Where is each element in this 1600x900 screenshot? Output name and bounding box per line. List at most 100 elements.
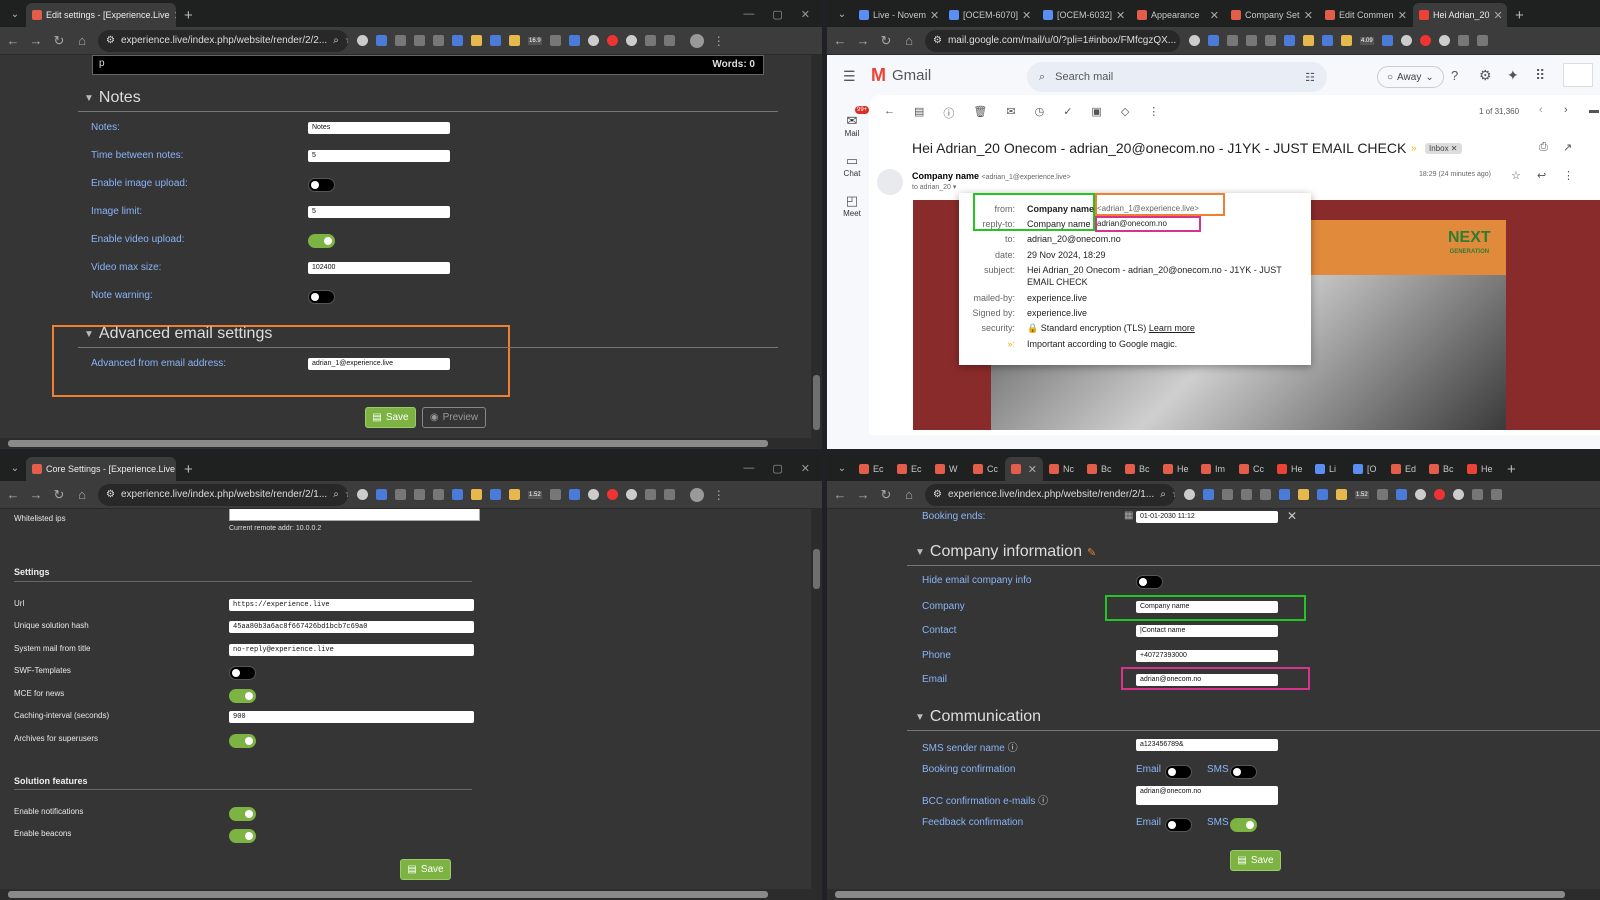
extension-icon[interactable]	[1203, 489, 1214, 500]
extension-icon[interactable]	[1341, 35, 1352, 46]
sms-sender-input[interactable]: a123456789&	[1136, 739, 1278, 751]
close-tab-icon[interactable]: ✕	[1304, 9, 1313, 22]
horizontal-scrollbar[interactable]	[827, 889, 1600, 900]
forward-icon[interactable]: →	[856, 487, 870, 502]
advanced-from-email-input[interactable]: adrian_1@experience.live	[308, 358, 450, 370]
tab-item[interactable]: Nc	[1043, 457, 1081, 481]
reload-icon[interactable]: ↻	[879, 33, 893, 49]
record-extension-icon[interactable]	[1433, 489, 1445, 500]
enable-image-upload-toggle[interactable]	[308, 178, 335, 192]
new-tab-button[interactable]: +	[176, 7, 201, 24]
tab-item[interactable]: He	[1461, 457, 1499, 481]
extension-icon[interactable]	[490, 35, 501, 46]
gmail-logo[interactable]: M Gmail	[871, 65, 931, 86]
delete-icon[interactable]: 🗑	[973, 105, 987, 121]
tab-item[interactable]: Appearance ✕	[1131, 3, 1225, 27]
mce-news-toggle[interactable]	[229, 689, 256, 703]
extension-icon[interactable]	[1336, 489, 1347, 500]
extension-icon[interactable]	[1322, 35, 1333, 46]
tab-item[interactable]: Bc	[1423, 457, 1461, 481]
extension-icon[interactable]	[587, 35, 599, 46]
newer-icon[interactable]: ‹	[1539, 104, 1543, 116]
bookmark-star-icon[interactable]: ☆	[345, 35, 348, 46]
move-to-icon[interactable]: ▣	[1091, 105, 1101, 121]
reload-icon[interactable]: ↻	[879, 487, 893, 503]
solution-hash-input[interactable]: 45aa80b3a6ac8f667426bd1bcb7c69a0	[229, 621, 474, 633]
feedback-sms-toggle[interactable]	[1230, 818, 1257, 832]
extension-icon[interactable]	[549, 35, 561, 46]
scroll-thumb[interactable]	[835, 891, 1565, 898]
booking-email-toggle[interactable]	[1165, 765, 1192, 779]
profile-avatar[interactable]	[689, 487, 704, 502]
close-tab-icon[interactable]: ✕	[1494, 9, 1503, 22]
notes-input[interactable]: Notes	[308, 122, 450, 134]
search-bar[interactable]: ⌕ Search mail ☷	[1027, 62, 1327, 92]
extension-icon[interactable]	[395, 35, 406, 46]
extension-icon[interactable]	[1260, 489, 1271, 500]
open-new-window-icon[interactable]: ↗	[1563, 141, 1572, 154]
address-bar[interactable]: ⚙ mail.google.com/mail/u/0/?pli=1#inbox/…	[925, 29, 1180, 52]
extension-icon[interactable]	[1381, 35, 1393, 46]
zoom-icon[interactable]: ⌕	[333, 35, 339, 46]
mark-unread-icon[interactable]: ✉	[1006, 105, 1015, 121]
back-icon[interactable]: ←	[6, 487, 20, 502]
camera-extension-icon[interactable]	[414, 489, 425, 500]
clear-date-icon[interactable]: ✕	[1287, 509, 1297, 523]
tab-item[interactable]: Bc	[1119, 457, 1157, 481]
record-extension-icon[interactable]	[1419, 35, 1431, 46]
tab-gmail[interactable]: Hei Adrian_20 ✕	[1413, 3, 1507, 27]
booking-ends-input[interactable]: 01-01-2030 11:12	[1136, 511, 1278, 523]
edit-pencil-icon[interactable]: ✎	[1087, 546, 1096, 559]
close-tab-icon[interactable]: ✕	[1022, 9, 1031, 22]
extension-icon[interactable]	[471, 35, 482, 46]
gemini-sparkle-icon[interactable]: ✦	[1507, 67, 1519, 84]
print-icon[interactable]: ⎙	[1539, 141, 1548, 154]
extension-icon[interactable]	[433, 35, 444, 46]
extension-icon[interactable]	[357, 489, 368, 500]
settings-gear-icon[interactable]: ⚙	[1479, 67, 1492, 84]
advanced-email-section-header[interactable]: ▼ Advanced email settings	[84, 325, 272, 343]
text-editor[interactable]: p Words: 0	[92, 55, 764, 75]
input-tools-icon[interactable]: ▬⌄	[1589, 105, 1600, 116]
scroll-thumb[interactable]	[813, 375, 820, 430]
tab-core-settings[interactable]: Core Settings - [Experience.Live ✕	[26, 457, 176, 481]
hide-email-company-toggle[interactable]	[1136, 575, 1163, 589]
extension-icon[interactable]	[1452, 489, 1464, 500]
system-mail-input[interactable]: no-reply@experience.live	[229, 644, 474, 656]
more-icon[interactable]: ⋮	[1563, 169, 1574, 182]
phone-input[interactable]: +40727393000	[1136, 650, 1278, 662]
extension-icon[interactable]	[587, 489, 599, 500]
star-icon[interactable]: ☆	[1511, 169, 1521, 182]
maximize-icon[interactable]: ▢	[772, 462, 782, 475]
zoom-icon[interactable]: ⌕	[333, 489, 339, 500]
save-button[interactable]: ▤ Save	[1230, 850, 1281, 871]
calendar-icon[interactable]: ▦	[1124, 510, 1133, 521]
close-tab-icon[interactable]: ✕	[1028, 463, 1037, 476]
caching-interval-input[interactable]: 900	[229, 711, 474, 723]
extension-icon[interactable]	[568, 35, 580, 46]
minimize-icon[interactable]: —	[743, 8, 754, 21]
snooze-icon[interactable]: ◷	[1035, 105, 1045, 121]
profile-avatar[interactable]	[689, 33, 704, 48]
main-menu-icon[interactable]: ☰	[843, 68, 856, 85]
search-icon[interactable]: ⌕	[1039, 71, 1045, 84]
inbox-chip[interactable]: Inbox ✕	[1425, 143, 1462, 154]
tab-item[interactable]: Ec	[891, 457, 929, 481]
extension-icon[interactable]	[625, 489, 637, 500]
close-tab-icon[interactable]: ✕	[1210, 9, 1219, 22]
home-icon[interactable]: ⌂	[75, 487, 89, 502]
extension-icon[interactable]	[1227, 35, 1238, 46]
back-icon[interactable]: ←	[6, 33, 20, 48]
extension-icon[interactable]	[568, 489, 580, 500]
extension-icon[interactable]	[490, 489, 501, 500]
company-input[interactable]: Company name	[1136, 601, 1278, 613]
site-info-icon[interactable]: ⚙	[106, 489, 115, 500]
browser-menu-icon[interactable]: ⋮	[713, 34, 725, 48]
site-info-icon[interactable]: ⚙	[106, 35, 115, 46]
extension-icon[interactable]	[1317, 489, 1328, 500]
tab-item[interactable]: W	[929, 457, 967, 481]
camera-extension-icon[interactable]	[1246, 35, 1257, 46]
horizontal-scrollbar[interactable]	[0, 889, 822, 900]
older-icon[interactable]: ›	[1564, 104, 1568, 116]
back-icon[interactable]: ←	[833, 33, 847, 48]
